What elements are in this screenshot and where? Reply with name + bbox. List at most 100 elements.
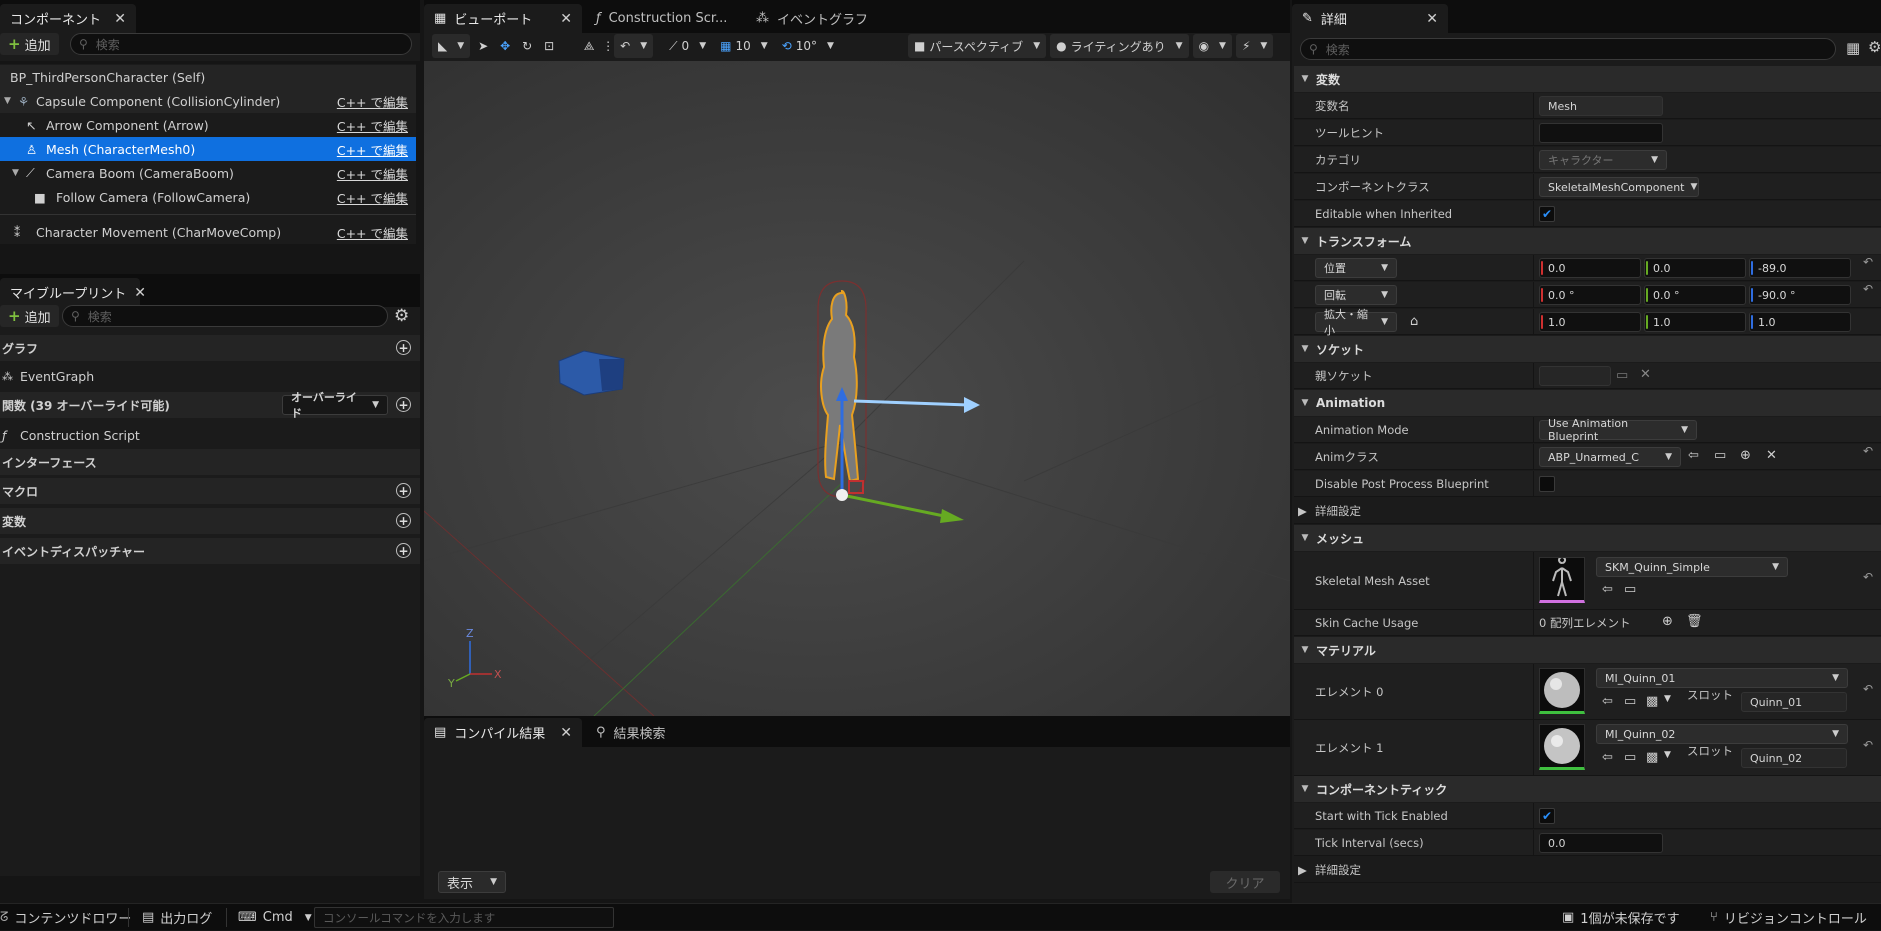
override-dropdown[interactable]: オーバーライド ▼ <box>282 391 388 420</box>
section-interface[interactable]: インターフェース <box>0 449 420 475</box>
tree-item-self[interactable]: BP_ThirdPersonCharacter (Self) <box>0 65 416 89</box>
reset-arrow-icon[interactable]: ↶ <box>1863 570 1873 584</box>
rotation-x-field[interactable]: 0.0 ° <box>1539 285 1641 305</box>
browse-folder-icon[interactable]: ▭ <box>1616 368 1628 383</box>
slot-0-field[interactable]: Quinn_01 <box>1741 692 1847 712</box>
tab-construction-script[interactable]: ƒ Construction Scr... <box>586 4 746 33</box>
variable-name-field[interactable]: Mesh <box>1539 96 1663 116</box>
browse-folder-icon[interactable]: ▭ <box>1714 448 1726 463</box>
use-selected-arrow-icon[interactable]: ⇦ <box>1602 694 1613 709</box>
disable-pp-checkbox[interactable] <box>1539 476 1555 492</box>
expand-arrow-icon[interactable]: ▼ <box>4 96 18 106</box>
add-circle-icon[interactable]: + <box>396 483 411 498</box>
section-functions[interactable]: 関数 (39 オーバーライド可能) オーバーライド ▼ + <box>0 391 420 420</box>
component-class-dropdown[interactable]: SkeletalMeshComponent ▼ <box>1539 177 1699 197</box>
location-z-field[interactable]: -89.0 <box>1749 258 1851 278</box>
coordinate-space-icon[interactable]: ⟁ <box>580 39 598 54</box>
rotation-y-field[interactable]: 0.0 ° <box>1644 285 1746 305</box>
use-selected-arrow-icon[interactable]: ⇦ <box>1602 582 1613 597</box>
clear-x-icon[interactable]: ✕ <box>1640 367 1651 382</box>
lighting-button[interactable]: ● ライティングあり ▼ <box>1050 34 1189 58</box>
add-circle-icon[interactable]: + <box>396 397 411 412</box>
rotate-snap-icon[interactable]: ⟋ <box>669 39 677 54</box>
scale-y-field[interactable]: 1.0 <box>1644 312 1746 332</box>
section-materials-header[interactable]: ▼ マテリアル <box>1294 637 1881 663</box>
tree-item-capsule[interactable]: ▼ ⚘ Capsule Component (CollisionCylinder… <box>0 89 416 113</box>
rotation-mode-dropdown[interactable]: 回転 ▼ <box>1315 285 1397 305</box>
anim-class-dropdown[interactable]: ABP_Unarmed_C ▼ <box>1539 447 1681 467</box>
section-tick-header[interactable]: ▼ コンポーネントティック <box>1294 776 1881 802</box>
row-advanced-animation[interactable]: ▶ 詳細設定 <box>1294 498 1881 524</box>
lock-icon[interactable]: ⌂ <box>1410 314 1418 329</box>
close-icon[interactable]: ✕ <box>134 285 146 301</box>
location-mode-dropdown[interactable]: 位置 ▼ <box>1315 258 1397 278</box>
tab-viewport[interactable]: ▦ ビューポート ✕ <box>424 4 582 33</box>
reset-arrow-icon[interactable]: ↶ <box>1863 282 1873 296</box>
tree-item-follow-camera[interactable]: ■ Follow Camera (FollowCamera) C++ で編集 <box>0 185 416 209</box>
editable-checkbox[interactable]: ✔ <box>1539 206 1555 222</box>
section-variables[interactable]: 変数 + <box>0 508 420 534</box>
surface-snap-button[interactable]: ↶ ▼ <box>614 34 654 58</box>
rotation-z-field[interactable]: -90.0 ° <box>1749 285 1851 305</box>
section-macro[interactable]: マクロ + <box>0 478 420 504</box>
checker-icon[interactable]: ▩ <box>1646 750 1658 765</box>
tab-compile-results[interactable]: ▤ コンパイル結果 ✕ <box>424 718 582 747</box>
material-thumbnail[interactable] <box>1539 668 1585 714</box>
animation-mode-dropdown[interactable]: Use Animation Blueprint ▼ <box>1539 417 1697 443</box>
location-x-field[interactable]: 0.0 <box>1539 258 1641 278</box>
table-view-icon[interactable]: ▦ <box>1846 39 1860 57</box>
scale-z-field[interactable]: 1.0 <box>1749 312 1851 332</box>
tab-myblueprint[interactable]: マイブループリント ✕ <box>0 278 146 307</box>
edit-in-cpp-link[interactable]: C++ で編集 <box>337 223 408 242</box>
tick-enabled-checkbox[interactable]: ✔ <box>1539 808 1555 824</box>
settings-gear-icon[interactable]: ⚙ <box>1868 38 1881 56</box>
angle-snap-value[interactable]: 10° <box>796 39 817 53</box>
viewport-settings-button[interactable]: ⚡ ▼ <box>1235 34 1274 58</box>
material-thumbnail[interactable] <box>1539 724 1585 770</box>
tree-item-character-movement[interactable]: ⁑ Character Movement (CharMoveComp) C++ … <box>0 220 416 244</box>
tab-find-results[interactable]: ⚲ 結果検索 <box>586 718 706 747</box>
output-log-button[interactable]: ▤ 出力ログ <box>142 904 212 931</box>
section-event-dispatchers[interactable]: イベントディスパッチャー + <box>0 538 420 564</box>
skeletal-mesh-dropdown[interactable]: SKM_Quinn_Simple ▼ <box>1596 557 1788 577</box>
skeletal-mesh-thumbnail[interactable] <box>1539 556 1585 603</box>
location-y-field[interactable]: 0.0 <box>1644 258 1746 278</box>
chevron-down-icon[interactable]: ▼ <box>1664 750 1671 760</box>
edit-in-cpp-link[interactable]: C++ で編集 <box>337 188 408 207</box>
select-tool-icon[interactable]: ➤ <box>474 39 492 53</box>
add-circle-icon[interactable]: + <box>396 340 411 355</box>
parent-socket-field[interactable] <box>1539 366 1611 386</box>
unsaved-button[interactable]: ▣ 1個が未保存です <box>1562 904 1680 931</box>
section-transform-header[interactable]: ▼ トランスフォーム <box>1294 228 1881 254</box>
add-circle-icon[interactable]: + <box>396 543 411 558</box>
close-icon[interactable]: ✕ <box>114 11 126 27</box>
trash-icon[interactable]: 🗑 <box>1686 614 1703 629</box>
slot-1-field[interactable]: Quinn_02 <box>1741 748 1847 768</box>
browse-folder-icon[interactable]: ▭ <box>1624 750 1636 765</box>
close-icon[interactable]: ✕ <box>560 11 572 27</box>
use-selected-arrow-icon[interactable]: ⇦ <box>1688 448 1699 463</box>
grid-snap-icon[interactable]: ▦ <box>720 39 731 53</box>
tooltip-field[interactable] <box>1539 123 1663 143</box>
edit-in-cpp-link[interactable]: C++ で編集 <box>337 164 408 183</box>
components-search-input[interactable]: ⚲ 検索 <box>70 33 412 55</box>
category-dropdown[interactable]: キャラクター ▼ <box>1539 150 1667 170</box>
add-blueprint-item-button[interactable]: + 追加 <box>0 305 59 327</box>
edit-in-cpp-link[interactable]: C++ で編集 <box>337 92 408 111</box>
rotate-snap-value[interactable]: 0 <box>682 39 690 53</box>
use-selected-arrow-icon[interactable]: ⇦ <box>1602 750 1613 765</box>
reset-arrow-icon[interactable]: ↶ <box>1863 255 1873 269</box>
add-circle-icon[interactable]: ⊕ <box>1662 614 1673 629</box>
tree-item-camera-boom[interactable]: ▼ ⟋ Camera Boom (CameraBoom) C++ で編集 <box>0 161 416 185</box>
section-animation-header[interactable]: ▼ Animation <box>1294 390 1881 416</box>
more-options-icon[interactable]: ⋮ <box>602 39 614 53</box>
section-sockets-header[interactable]: ▼ ソケット <box>1294 336 1881 362</box>
tree-item-mesh[interactable]: ♙ Mesh (CharacterMesh0) C++ で編集 <box>0 137 416 161</box>
add-circle-icon[interactable]: ⊕ <box>1740 448 1751 463</box>
row-advanced-tick[interactable]: ▶ 詳細設定 <box>1294 857 1881 883</box>
tick-interval-field[interactable]: 0.0 <box>1539 833 1663 853</box>
section-graph[interactable]: グラフ + <box>0 335 420 361</box>
clear-button[interactable]: クリア <box>1210 871 1280 893</box>
tab-event-graph[interactable]: ⁂ イベントグラフ <box>746 4 876 33</box>
settings-gear-icon[interactable]: ⚙ <box>394 306 409 326</box>
